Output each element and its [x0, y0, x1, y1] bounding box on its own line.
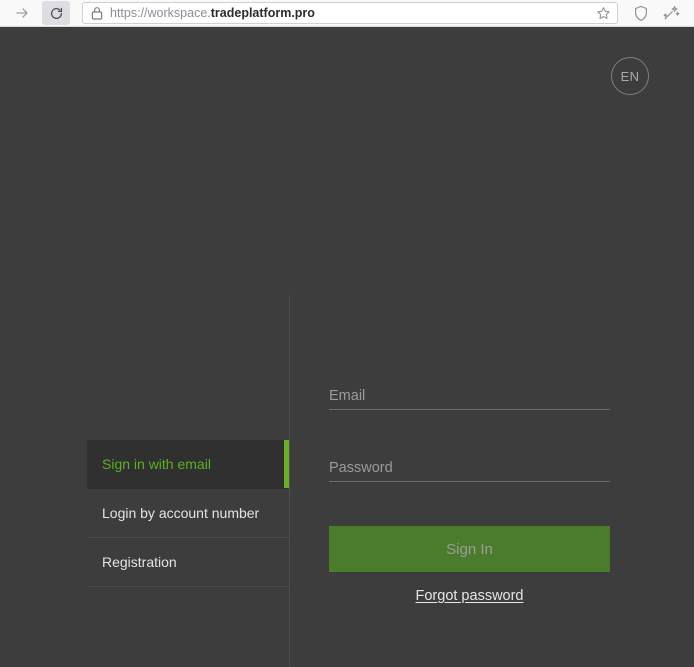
sign-in-form: Email Password Sign In Forgot password — [329, 382, 610, 604]
sign-in-button[interactable]: Sign In — [329, 526, 610, 572]
language-switcher-button[interactable]: EN — [611, 57, 649, 95]
star-bookmark-icon[interactable] — [596, 6, 611, 21]
menu-item-registration[interactable]: Registration — [87, 538, 289, 587]
shield-icon[interactable] — [626, 1, 656, 25]
email-field-placeholder: Email — [329, 388, 366, 404]
sparkle-wand-icon[interactable] — [656, 1, 686, 25]
menu-item-label: Sign in with email — [102, 456, 211, 472]
menu-item-sign-in-with-email[interactable]: Sign in with email — [87, 440, 289, 489]
panel-divider — [289, 295, 290, 667]
url-host: tradeplatform.pro — [210, 6, 315, 20]
forgot-password-link[interactable]: Forgot password — [416, 588, 524, 604]
sign-in-button-label: Sign In — [446, 540, 493, 558]
menu-item-label: Registration — [102, 554, 177, 570]
password-field-placeholder: Password — [329, 460, 393, 476]
auth-method-menu: Sign in with email Login by account numb… — [87, 440, 289, 587]
menu-item-label: Login by account number — [102, 505, 260, 521]
forgot-password-row: Forgot password — [329, 588, 610, 604]
browser-toolbar: https://workspace.tradeplatform.pro — [0, 0, 694, 27]
url-bar[interactable]: https://workspace.tradeplatform.pro — [82, 2, 618, 24]
email-field[interactable]: Email — [329, 382, 610, 410]
menu-item-login-by-account-number[interactable]: Login by account number — [87, 489, 289, 538]
reload-icon[interactable] — [42, 1, 70, 25]
url-prefix: https://workspace. — [110, 6, 211, 20]
lock-icon — [91, 6, 103, 20]
password-field[interactable]: Password — [329, 454, 610, 482]
forward-arrow-icon[interactable] — [8, 1, 36, 25]
language-switcher-label: EN — [620, 68, 640, 84]
login-page: EN Sign in with email Login by account n… — [0, 27, 694, 667]
url-text: https://workspace.tradeplatform.pro — [110, 3, 590, 23]
